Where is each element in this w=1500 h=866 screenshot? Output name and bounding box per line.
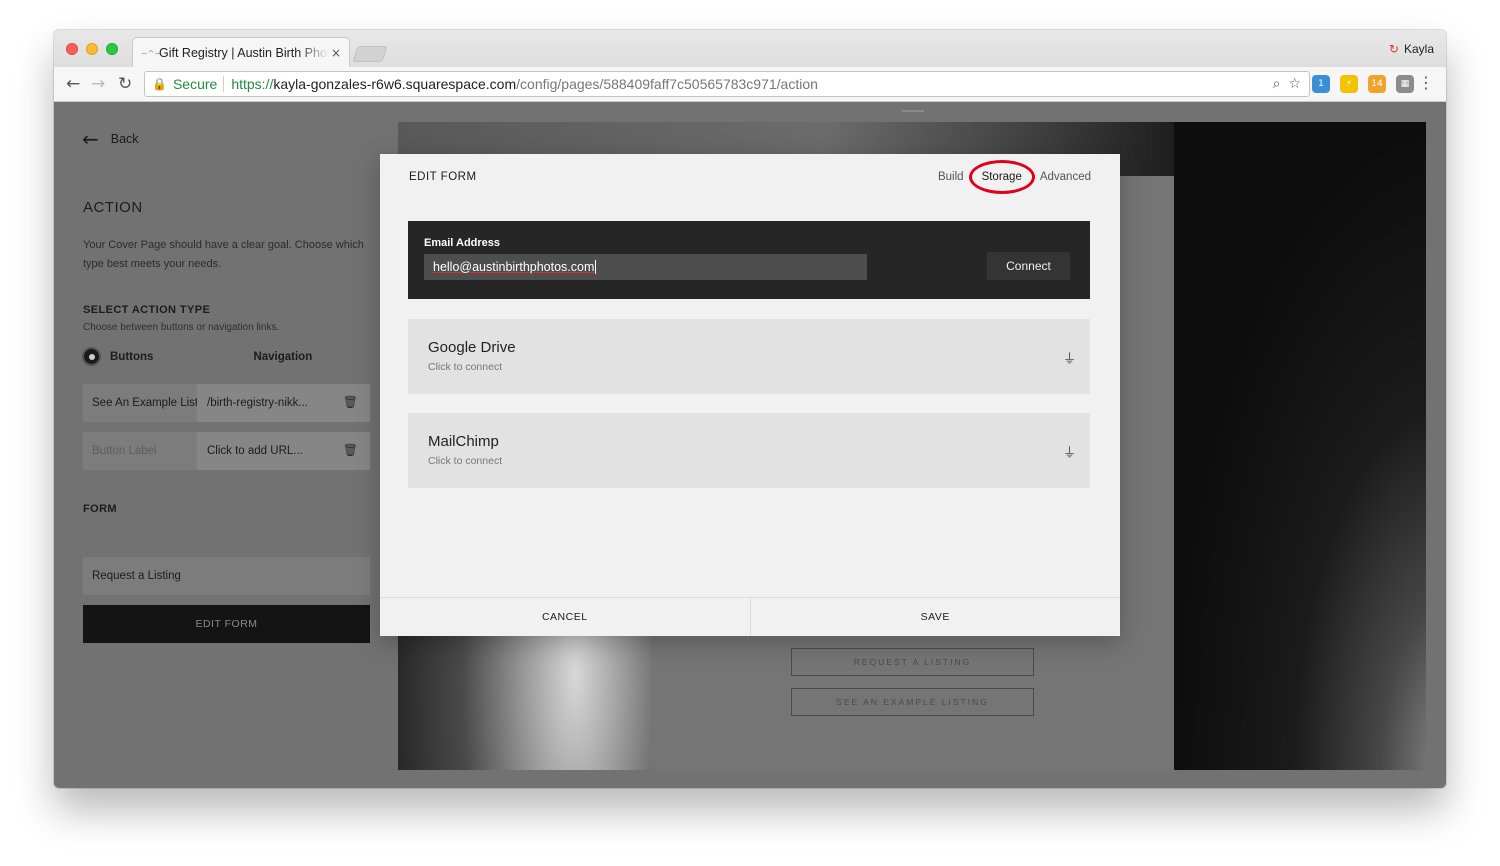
back-arrow-icon: ←: [82, 127, 99, 151]
address-bar-actions: ⌕ ☆: [1273, 76, 1301, 92]
email-storage-panel: Email Address hello@austinbirthphotos.co…: [408, 221, 1090, 299]
maximize-window-button[interactable]: [106, 43, 118, 55]
link-label-field[interactable]: See An Example Listing: [83, 384, 197, 422]
form-label: FORM: [83, 503, 117, 515]
address-bar[interactable]: 🔒 Secure https:// kayla-gonzales-r6w6.sq…: [144, 71, 1310, 97]
radio-buttons[interactable]: [82, 347, 101, 366]
browser-menu-icon[interactable]: ⋮: [1418, 73, 1434, 92]
storage-option-name: MailChimp: [428, 433, 499, 450]
calendar-extension-icon[interactable]: 14: [1368, 75, 1386, 93]
example-listing-button[interactable]: SEE AN EXAMPLE LISTING: [791, 688, 1034, 716]
profile-button[interactable]: ↻ Kayla: [1389, 42, 1434, 56]
url-scheme: https://: [231, 76, 274, 92]
link-url-field[interactable]: Click to add URL... 🗑: [197, 432, 370, 470]
tab-close-icon[interactable]: ×: [331, 46, 341, 60]
modal-footer: CANCEL SAVE: [380, 597, 1120, 636]
email-address-input[interactable]: hello@austinbirthphotos.com: [424, 254, 867, 280]
address-separator: [223, 76, 225, 92]
link-label-field[interactable]: Button Label: [83, 432, 197, 470]
bolt-extension-icon[interactable]: ⚡: [1340, 75, 1358, 93]
url-path: /config/pages/588409faff7c50565783c971/a…: [516, 76, 818, 92]
forward-nav-icon[interactable]: →: [91, 74, 105, 94]
lock-icon: 🔒: [152, 77, 167, 91]
storage-option-google-drive[interactable]: Google Drive Click to connect ⏚: [408, 319, 1090, 394]
email-address-label: Email Address: [424, 237, 501, 249]
cover-photo-right: [1174, 122, 1426, 770]
link-label-placeholder: Button Label: [92, 445, 157, 457]
url-host: kayla-gonzales-r6w6.squarespace.com: [273, 76, 517, 92]
trash-icon[interactable]: 🗑: [343, 443, 358, 457]
page-content: ← Back ACTION Your Cover Page should hav…: [54, 102, 1446, 788]
radio-selected-dot: [88, 353, 95, 360]
tab-build[interactable]: Build: [938, 171, 964, 183]
annotation-highlight-circle: [968, 160, 1035, 194]
option-navigation-label[interactable]: Navigation: [253, 351, 312, 363]
text-caret: [595, 260, 597, 274]
storage-option-status: Click to connect: [428, 455, 503, 467]
sidebar-title: ACTION: [83, 199, 143, 216]
sidebar-description: Your Cover Page should have a clear goal…: [83, 239, 364, 270]
profile-name: Kayla: [1403, 42, 1434, 56]
storage-option-name: Google Drive: [428, 339, 516, 356]
email-address-value: hello@austinbirthphotos.com: [433, 260, 595, 274]
cancel-button[interactable]: CANCEL: [380, 598, 750, 636]
translate-extension-icon[interactable]: 1: [1312, 75, 1330, 93]
edit-form-modal: EDIT FORM Build Storage Advanced Email A…: [380, 154, 1120, 636]
modal-header: EDIT FORM Build Storage Advanced: [380, 154, 1120, 202]
action-type-options: Buttons Navigation: [82, 347, 312, 366]
modal-tabs: Build Storage Advanced: [938, 160, 1091, 194]
drag-handle[interactable]: [902, 110, 924, 112]
request-listing-button[interactable]: REQUEST A LISTING: [791, 648, 1034, 676]
tab-storage[interactable]: Storage: [968, 160, 1035, 194]
link-url-text: Click to add URL...: [207, 445, 303, 457]
link-row: Button Label Click to add URL... 🗑: [83, 432, 370, 470]
plug-icon: ⏚: [1062, 352, 1076, 367]
action-sidebar: ← Back ACTION Your Cover Page should hav…: [54, 102, 394, 788]
save-button[interactable]: SAVE: [749, 598, 1121, 636]
storage-option-mailchimp[interactable]: MailChimp Click to connect ⏚: [408, 413, 1090, 488]
link-url-field[interactable]: /birth-registry-nikk... 🗑: [197, 384, 370, 422]
tab-bar: ~^~ Gift Registry | Austin Birth Photos …: [54, 30, 1446, 68]
grid-extension-icon[interactable]: ▦: [1396, 75, 1414, 93]
link-url-text: /birth-registry-nikk...: [207, 397, 308, 409]
back-label: Back: [110, 132, 139, 146]
edit-form-button[interactable]: EDIT FORM: [83, 605, 370, 643]
profile-sync-icon: ↻: [1388, 42, 1399, 56]
browser-tab-active[interactable]: ~^~ Gift Registry | Austin Birth Photos …: [132, 37, 350, 68]
action-type-label: SELECT ACTION TYPE: [83, 304, 211, 316]
new-tab-button[interactable]: [352, 46, 388, 62]
minimize-window-button[interactable]: [86, 43, 98, 55]
link-row: See An Example Listing /birth-registry-n…: [83, 384, 370, 422]
zoom-icon[interactable]: ⌕: [1273, 76, 1281, 92]
reload-icon[interactable]: ↻: [118, 74, 132, 94]
connect-button[interactable]: Connect: [987, 252, 1070, 280]
plug-icon: ⏚: [1062, 446, 1076, 461]
tab-title: Gift Registry | Austin Birth Photos: [159, 46, 329, 60]
tab-advanced[interactable]: Advanced: [1040, 171, 1091, 183]
browser-window: ~^~ Gift Registry | Austin Birth Photos …: [54, 30, 1446, 788]
bookmark-star-icon[interactable]: ☆: [1288, 76, 1301, 92]
close-window-button[interactable]: [66, 43, 78, 55]
back-link[interactable]: ← Back: [82, 127, 139, 151]
back-nav-icon[interactable]: ←: [66, 74, 80, 94]
secure-label: Secure: [172, 76, 218, 92]
action-type-sublabel: Choose between buttons or navigation lin…: [83, 322, 280, 333]
favicon-icon: ~^~: [141, 48, 162, 58]
extensions-area: 1 ⚡ 14 ▦: [1312, 75, 1414, 93]
form-select[interactable]: Request a Listing: [83, 557, 370, 595]
storage-option-status: Click to connect: [428, 361, 503, 373]
browser-toolbar: ← → ↻ 🔒 Secure https:// kayla-gonzales-r…: [54, 67, 1446, 102]
modal-title: EDIT FORM: [409, 171, 477, 183]
option-buttons-label[interactable]: Buttons: [110, 351, 153, 363]
window-controls: [66, 43, 118, 55]
trash-icon[interactable]: 🗑: [343, 395, 358, 409]
